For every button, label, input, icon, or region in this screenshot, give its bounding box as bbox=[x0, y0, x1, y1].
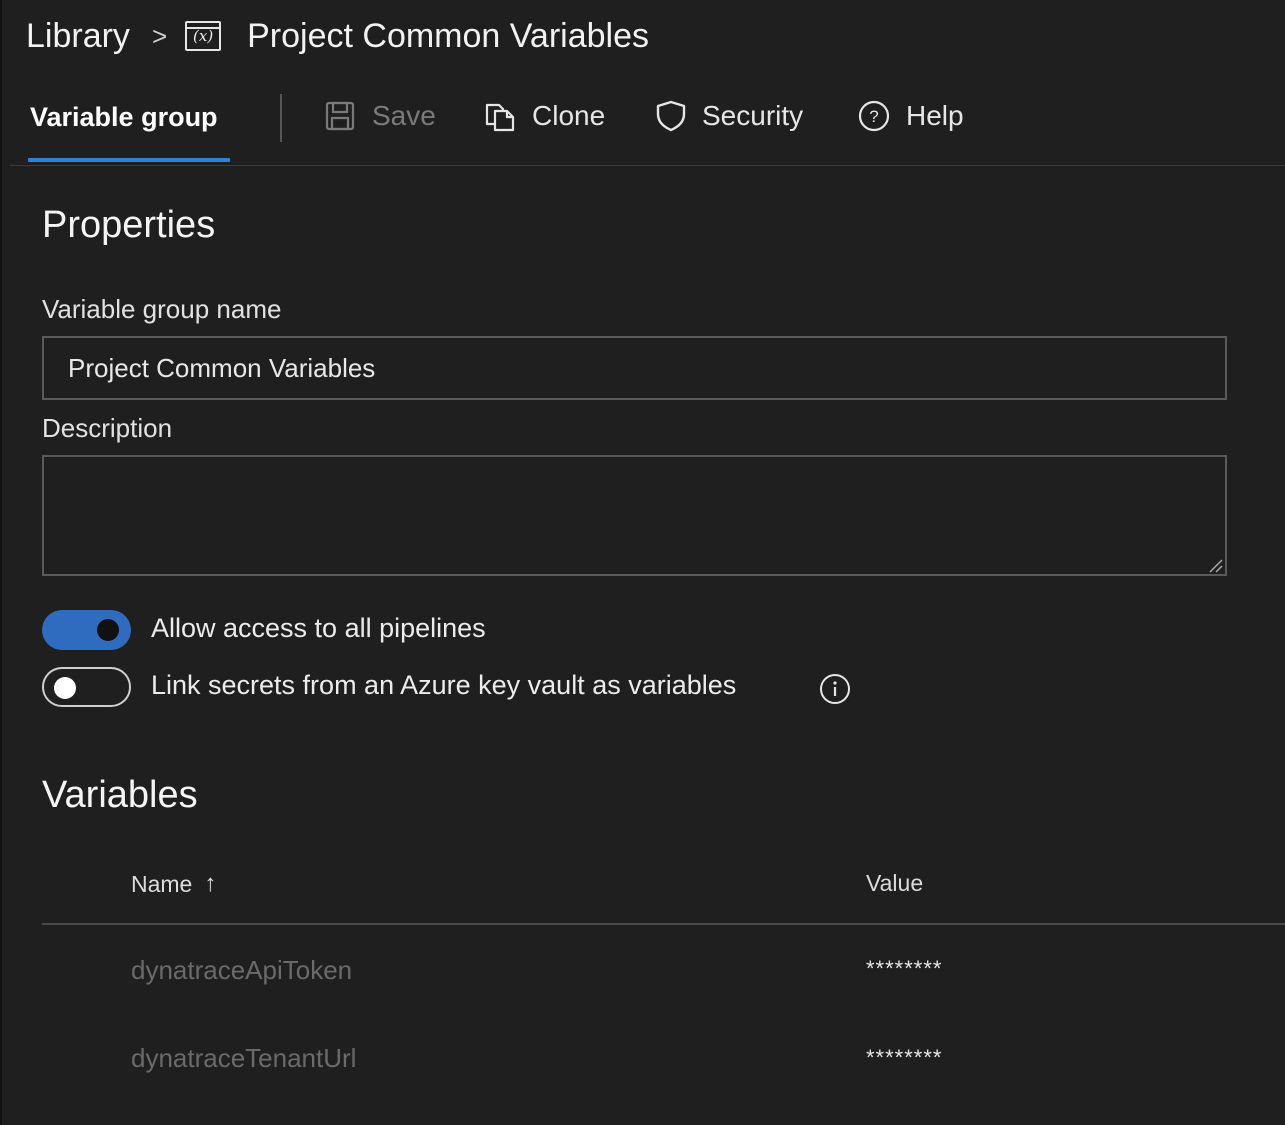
toggle-knob bbox=[97, 619, 119, 641]
save-label: Save bbox=[372, 100, 436, 131]
resize-grip-icon[interactable] bbox=[1207, 557, 1223, 573]
shield-icon bbox=[656, 100, 686, 132]
app-frame: Library > (x) Project Common Variables V… bbox=[0, 0, 1285, 1125]
sort-ascending-icon: ↑ bbox=[204, 870, 217, 897]
security-button[interactable]: Security bbox=[656, 100, 803, 132]
help-icon: ? bbox=[858, 100, 890, 132]
allow-access-label: Allow access to all pipelines bbox=[151, 613, 486, 643]
breadcrumb: Library > (x) Project Common Variables bbox=[26, 14, 649, 58]
svg-text:?: ? bbox=[869, 107, 878, 126]
variable-value-cell: ******** bbox=[866, 956, 943, 981]
variable-group-name-input[interactable] bbox=[42, 336, 1227, 400]
breadcrumb-library-link[interactable]: Library bbox=[26, 17, 130, 56]
tab-variable-group[interactable]: Variable group bbox=[30, 102, 218, 133]
link-secrets-label: Link secrets from an Azure key vault as … bbox=[151, 670, 737, 700]
info-icon[interactable] bbox=[819, 673, 851, 705]
table-header-divider bbox=[42, 923, 1285, 925]
name-column-label: Name bbox=[131, 870, 193, 897]
description-textarea[interactable] bbox=[42, 455, 1227, 576]
active-tab-indicator bbox=[28, 158, 230, 162]
variables-heading: Variables bbox=[42, 774, 198, 816]
value-column-label: Value bbox=[866, 870, 924, 896]
clone-label: Clone bbox=[532, 100, 606, 131]
breadcrumb-separator: > bbox=[151, 20, 168, 51]
name-column-header[interactable]: Name ↑ bbox=[131, 870, 216, 898]
clone-button[interactable]: Clone bbox=[484, 100, 605, 132]
clone-icon bbox=[485, 103, 515, 132]
help-button[interactable]: ? Help bbox=[858, 100, 964, 132]
help-label: Help bbox=[906, 100, 964, 131]
variable-group-name-label: Variable group name bbox=[42, 294, 282, 324]
variable-name-cell: dynatraceApiToken bbox=[131, 955, 353, 985]
link-secrets-toggle[interactable] bbox=[42, 667, 131, 707]
security-label: Security bbox=[702, 100, 804, 131]
save-icon bbox=[325, 101, 355, 131]
value-column-header: Value bbox=[866, 870, 923, 897]
toolbar-divider bbox=[280, 94, 282, 142]
toolbar: Variable group Save Clone Security ? Hel… bbox=[10, 86, 1285, 166]
allow-access-toggle[interactable] bbox=[42, 610, 131, 650]
variable-value-cell: ******** bbox=[866, 1045, 943, 1070]
description-label: Description bbox=[42, 413, 173, 443]
variable-name-cell: dynatraceTenantUrl bbox=[131, 1043, 357, 1073]
toggle-knob bbox=[54, 677, 76, 699]
properties-heading: Properties bbox=[42, 204, 216, 246]
save-button[interactable]: Save bbox=[324, 100, 436, 132]
page-title: Project Common Variables bbox=[247, 16, 649, 55]
variable-group-icon: (x) bbox=[185, 21, 222, 51]
